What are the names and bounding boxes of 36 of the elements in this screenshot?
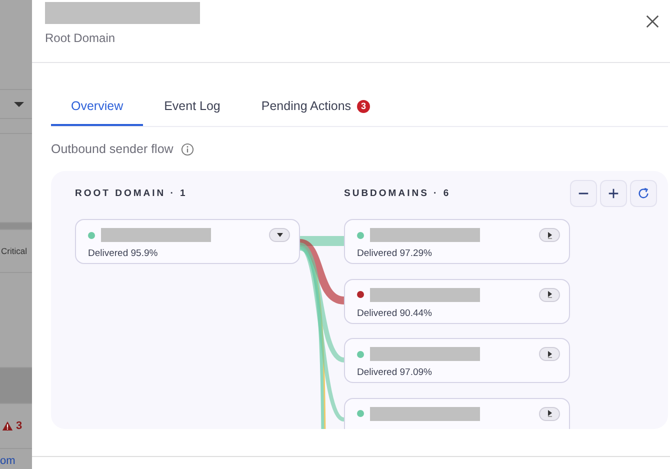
- warning-icon: [2, 421, 13, 431]
- count-badge: 3: [357, 100, 370, 112]
- panel-subtitle: Root Domain: [45, 31, 116, 45]
- column-header: ROOT DOMAIN · 1: [75, 188, 188, 199]
- caret-right-icon: [548, 232, 552, 238]
- section-title: Outbound sender flow: [51, 142, 174, 156]
- column-header: SUBDOMAINS · 6: [344, 188, 452, 199]
- tab[interactable]: Event Log: [144, 90, 240, 126]
- open-button[interactable]: [539, 347, 560, 361]
- plus-icon: [607, 187, 620, 200]
- caret-right-icon: [548, 350, 552, 358]
- dropdown-caret-icon: [14, 102, 24, 106]
- reset-button[interactable]: [630, 180, 657, 207]
- tab[interactable]: Overview: [51, 90, 144, 126]
- close-icon[interactable]: [645, 14, 660, 29]
- subdomain-card[interactable]: Delivered 97.09%: [344, 338, 570, 383]
- tab[interactable]: Pending Actions 3: [241, 90, 390, 126]
- caret-right-icon: [548, 291, 552, 298]
- delivery-rate: Delivered 90.44%: [357, 308, 432, 318]
- caret-right-icon: [548, 410, 552, 417]
- delivery-rate: Delivered 97.29%: [357, 248, 432, 259]
- subdomain-card[interactable]: Delivered 90.44%: [344, 278, 570, 324]
- delivery-rate: Delivered 95.9%: [88, 248, 158, 259]
- open-button[interactable]: [539, 288, 560, 302]
- delivery-rate: Delivered 97.09%: [357, 367, 432, 378]
- refresh-icon: [637, 187, 650, 200]
- root-domain-card[interactable]: Delivered 95.9%: [75, 219, 300, 264]
- info-icon[interactable]: [181, 142, 194, 156]
- zoom-in-button[interactable]: [600, 180, 627, 207]
- expand-button[interactable]: [269, 228, 290, 242]
- caret-down-icon: [276, 233, 282, 237]
- alert-count: 3: [16, 420, 22, 432]
- open-button[interactable]: [539, 228, 560, 242]
- subdomain-card[interactable]: Delivered 97.29%: [344, 219, 570, 264]
- status-label: Critical: [0, 246, 27, 256]
- open-button[interactable]: [539, 406, 560, 420]
